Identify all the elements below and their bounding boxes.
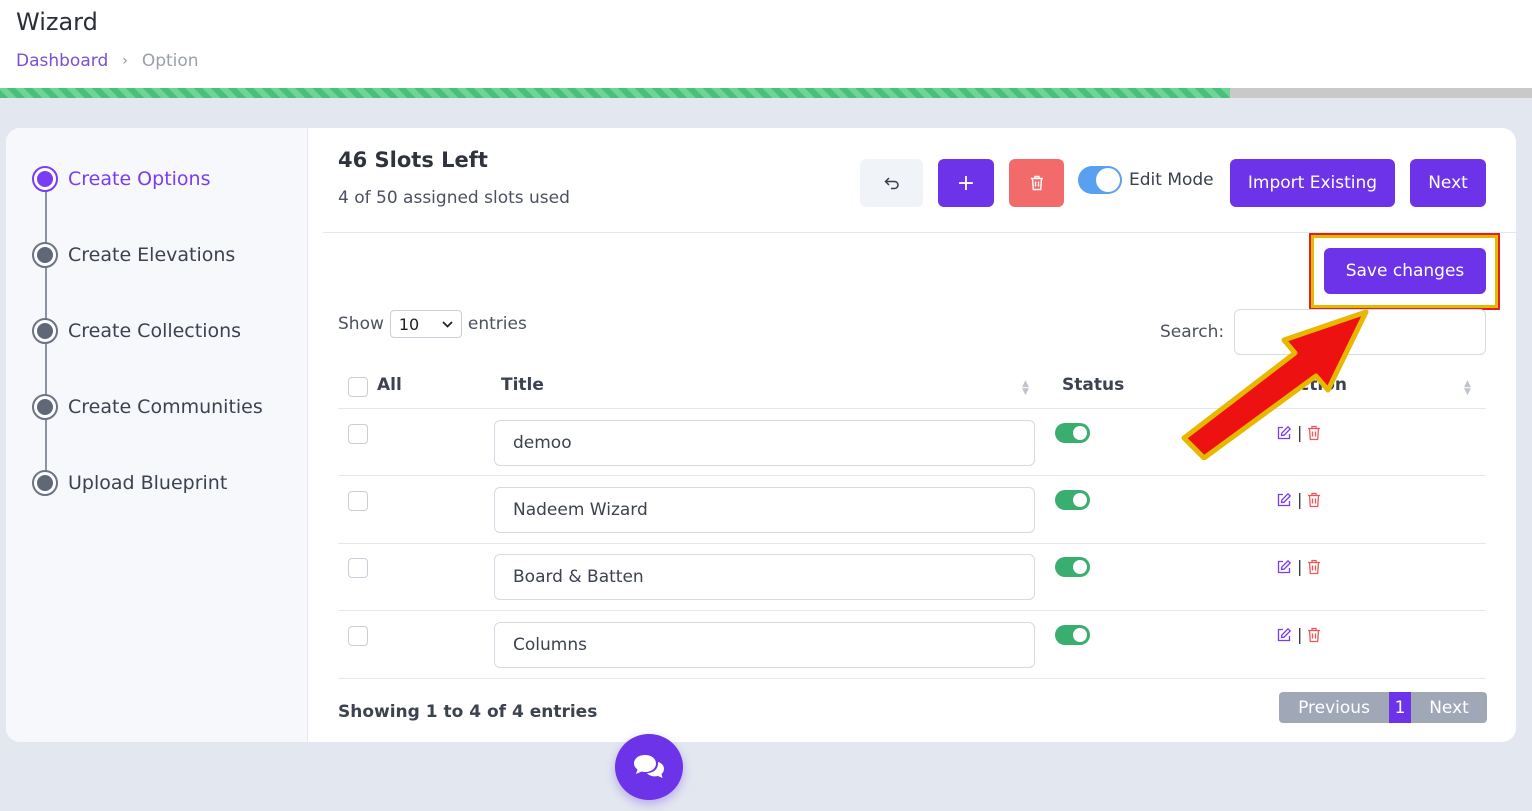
row-title-input[interactable]: Board & Batten: [494, 554, 1035, 600]
table-row-divider: [338, 678, 1486, 679]
step-create-communities[interactable]: Create Communities: [32, 394, 263, 420]
pagination-page-1[interactable]: 1: [1389, 692, 1411, 723]
action-separator: |: [1297, 625, 1303, 644]
table-info-text: Showing 1 to 4 of 4 entries: [338, 702, 598, 722]
wizard-progress-fill: [0, 88, 1231, 98]
add-option-button[interactable]: +: [938, 159, 994, 207]
row-checkbox[interactable]: [348, 491, 368, 511]
row-actions: |: [1276, 557, 1321, 576]
row-title-input[interactable]: Nadeem Wizard: [494, 487, 1035, 533]
row-title-input[interactable]: Columns: [494, 622, 1035, 668]
delete-selected-button[interactable]: [1009, 159, 1064, 207]
chevron-right-icon: ›: [122, 53, 128, 69]
step-label: Create Communities: [68, 396, 263, 418]
trash-icon[interactable]: [1307, 627, 1321, 643]
sort-icon: ▲ ▼: [1022, 379, 1029, 397]
step-create-collections[interactable]: Create Collections: [32, 318, 241, 344]
trash-icon[interactable]: [1307, 559, 1321, 575]
row-checkbox[interactable]: [348, 424, 368, 444]
save-changes-button[interactable]: Save changes: [1324, 248, 1486, 294]
step-create-options[interactable]: Create Options: [32, 166, 210, 192]
table-row-divider: [338, 610, 1486, 611]
slots-used-subtitle: 4 of 50 assigned slots used: [338, 188, 570, 208]
action-separator: |: [1297, 490, 1303, 509]
pagination-next-button[interactable]: Next: [1411, 692, 1487, 723]
sort-icon: ▲ ▼: [1464, 379, 1471, 397]
annotation-arrow: [1181, 309, 1369, 460]
slots-left-title: 46 Slots Left: [338, 148, 488, 172]
step-indicator-icon: [32, 166, 58, 192]
trash-icon[interactable]: [1307, 492, 1321, 508]
toolbar-divider: [323, 232, 1516, 233]
edit-mode-label: Edit Mode: [1129, 170, 1214, 190]
step-indicator-icon: [32, 242, 58, 268]
entries-per-page-select[interactable]: 10: [389, 310, 462, 338]
edit-icon[interactable]: [1276, 559, 1292, 575]
row-actions: |: [1276, 490, 1321, 509]
step-label: Create Options: [68, 168, 211, 190]
step-label: Create Elevations: [68, 244, 236, 266]
column-header-all: All: [377, 375, 402, 395]
chat-bubbles-icon: [634, 755, 664, 778]
step-create-elevations[interactable]: Create Elevations: [32, 242, 235, 268]
undo-button[interactable]: [860, 159, 923, 207]
select-all-checkbox[interactable]: [348, 377, 368, 397]
step-indicator-icon: [32, 394, 58, 420]
page-title: Wizard: [16, 8, 98, 36]
row-status-toggle[interactable]: [1055, 490, 1090, 510]
entries-label: entries: [467, 314, 527, 334]
table-row-divider: [338, 543, 1486, 544]
edit-mode-toggle[interactable]: [1078, 166, 1122, 194]
row-checkbox[interactable]: [348, 558, 368, 578]
edit-icon[interactable]: [1276, 627, 1292, 643]
row-status-toggle[interactable]: [1055, 557, 1090, 577]
breadcrumb: Dashboard › Option: [16, 51, 199, 71]
breadcrumb-current: Option: [141, 51, 199, 71]
row-title-input[interactable]: demoo: [494, 420, 1035, 466]
chat-button[interactable]: [615, 734, 683, 800]
row-status-toggle[interactable]: [1055, 625, 1090, 645]
row-checkbox[interactable]: [348, 626, 368, 646]
step-indicator-icon: [32, 318, 58, 344]
breadcrumb-dashboard-link[interactable]: Dashboard: [16, 51, 108, 71]
wizard-steps-sidebar: Create Options Create Elevations Create …: [6, 128, 308, 742]
wizard-progress-bar: [0, 88, 1532, 98]
action-separator: |: [1297, 557, 1303, 576]
show-entries-control: Show 10 entries: [338, 310, 527, 338]
undo-icon: [883, 177, 899, 190]
trash-icon: [1030, 175, 1043, 191]
edit-icon[interactable]: [1276, 492, 1292, 508]
step-label: Create Collections: [68, 320, 242, 342]
pagination: Previous 1 Next: [1279, 692, 1487, 723]
top-bar: Wizard Dashboard › Option: [0, 0, 1532, 98]
entries-per-page-value: 10: [398, 314, 420, 334]
step-label: Upload Blueprint: [68, 472, 228, 494]
column-header-status: Status: [1062, 375, 1125, 395]
step-upload-blueprint[interactable]: Upload Blueprint: [32, 470, 227, 496]
table-row-divider: [338, 475, 1486, 476]
step-indicator-icon: [32, 470, 58, 496]
row-actions: |: [1276, 625, 1321, 644]
pagination-previous-button[interactable]: Previous: [1279, 692, 1389, 723]
show-label: Show: [338, 314, 384, 334]
import-existing-button[interactable]: Import Existing: [1230, 159, 1395, 207]
chevron-down-icon: [442, 320, 453, 328]
next-button[interactable]: Next: [1410, 159, 1486, 207]
column-header-title[interactable]: Title: [501, 375, 544, 395]
row-status-toggle[interactable]: [1055, 423, 1090, 443]
